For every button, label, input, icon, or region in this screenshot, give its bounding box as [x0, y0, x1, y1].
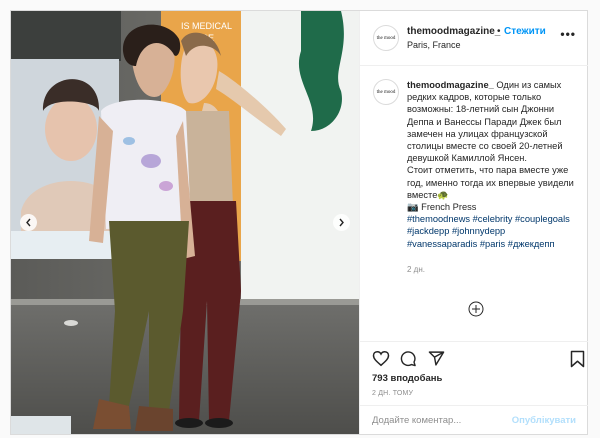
- photo-illustration: IS MEDICAL CARE: [11, 11, 359, 434]
- avatar-logo-text: the mood: [376, 35, 396, 41]
- bookmark-icon[interactable]: [570, 350, 585, 368]
- comment-input[interactable]: Додайте коментар...: [372, 415, 461, 426]
- caption-avatar-logo-text: the mood: [376, 89, 396, 95]
- plus-circle-icon[interactable]: [468, 301, 484, 317]
- post-sidebar: the mood themoodmagazine_ • Стежити Pari…: [359, 11, 588, 434]
- caption-hashtags[interactable]: #themoodnews #celebrity #couplegoals #ja…: [407, 213, 577, 250]
- more-options-button[interactable]: •••: [560, 27, 576, 41]
- share-icon[interactable]: [428, 350, 445, 367]
- post-photo[interactable]: IS MEDICAL CARE: [11, 11, 359, 434]
- post-timestamp[interactable]: 2 ДН. ТОМУ: [372, 390, 413, 397]
- likes-count[interactable]: 793 вподобань: [372, 373, 442, 384]
- caption-line-3: 📷 French Press: [407, 202, 477, 213]
- shop-sign-text: IS MEDICAL: [181, 21, 232, 31]
- add-comment-bar: Додайте коментар... Опублікувати: [360, 405, 588, 436]
- next-photo-button[interactable]: [333, 214, 350, 231]
- caption-timestamp: 2 дн.: [407, 265, 425, 274]
- location-link[interactable]: Paris, France: [407, 40, 461, 50]
- separator-dot: •: [497, 26, 501, 37]
- post-header: the mood themoodmagazine_ • Стежити Pari…: [360, 11, 588, 66]
- caption-line-1: Один из самых редких кадров, которые тол…: [407, 80, 563, 164]
- comments-area: the mood themoodmagazine_ Один из самых …: [360, 65, 588, 341]
- username-link[interactable]: themoodmagazine_: [407, 26, 500, 37]
- post-comment-button[interactable]: Опублікувати: [512, 415, 576, 426]
- post-caption: themoodmagazine_ Один из самых редких ка…: [407, 79, 577, 250]
- heart-icon[interactable]: [372, 350, 390, 367]
- comment-icon[interactable]: [399, 350, 417, 367]
- caption-line-2: Стоит отметить, что пара вместе уже год,…: [407, 165, 574, 200]
- caption-username[interactable]: themoodmagazine_: [407, 80, 494, 90]
- follow-button[interactable]: Стежити: [504, 26, 546, 37]
- avatar[interactable]: the mood: [373, 25, 399, 51]
- chevron-left-icon: [26, 218, 31, 227]
- previous-photo-button[interactable]: [20, 214, 37, 231]
- post-card: IS MEDICAL CARE: [10, 10, 588, 435]
- post-actions: 793 вподобань 2 ДН. ТОМУ Додайте комента…: [360, 341, 588, 435]
- chevron-right-icon: [339, 218, 344, 227]
- caption-avatar[interactable]: the mood: [373, 79, 399, 105]
